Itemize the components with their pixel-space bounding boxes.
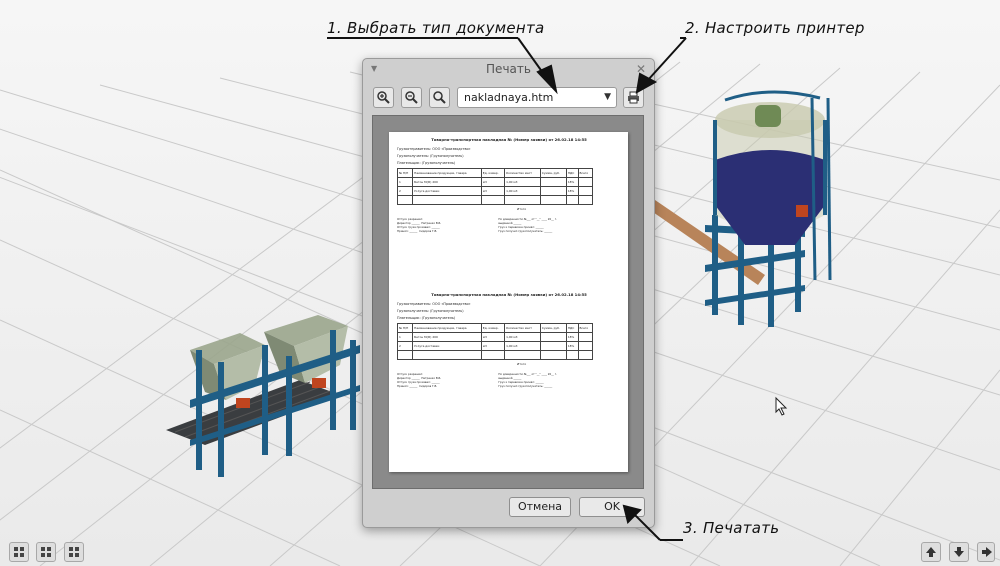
annotation-step3: 3. Печатать [683, 519, 780, 537]
doc-total: Итого [517, 362, 527, 366]
doc-sign-right: По доверенности №___ от "__" ____ 20__ г… [498, 372, 557, 388]
annotation-step1: 1. Выбрать тип документа [327, 19, 545, 37]
doc-shipper: Грузоотправитель: ООО «Производство» [397, 147, 471, 151]
doc-payer: Плательщик: (Грузополучатель) [397, 316, 456, 320]
doc-consignee: Грузополучатель: (Грузополучатель) [397, 154, 464, 158]
magnifier-icon [433, 91, 446, 104]
print-dialog: ▼ Печать ✕ nakladnaya.htm ▼ Товарно-тран… [362, 58, 655, 528]
table-row: 1 Бетон М(Ф) 200 м3 1,00 м3 18% [396, 177, 594, 187]
arrow-down-icon [954, 547, 964, 557]
doc-sign-right: По доверенности №___ от "__" ____ 20__ г… [498, 217, 557, 233]
doc-signatures: Отпуск разрешил: Директор ______ Петренк… [397, 217, 557, 233]
doc-signatures: Отпуск разрешил: Директор ______ Петренк… [397, 372, 557, 388]
zoom-reset-button[interactable] [429, 87, 450, 108]
table-row [396, 350, 594, 360]
cancel-button[interactable]: Отмена [509, 497, 571, 517]
table-row: 2 Услуга доставки м3 1,00 м3 18% [396, 341, 594, 351]
document-type-value: nakladnaya.htm [464, 91, 554, 104]
doc-sign-left: Отпуск разрешил: Директор ______ Петренк… [397, 217, 442, 233]
printer-icon [628, 91, 639, 104]
dialog-titlebar[interactable]: ▼ Печать ✕ [363, 59, 654, 81]
move-down-button[interactable] [949, 542, 969, 562]
ok-button[interactable]: OK [579, 497, 645, 517]
doc-payer: Плательщик: (Грузополучатель) [397, 161, 456, 165]
printer-settings-button[interactable] [623, 87, 644, 108]
doc-title: Товарно-транспортная накладная № (Номер … [431, 292, 587, 297]
arrow-up-icon [926, 547, 936, 557]
move-up-button[interactable] [921, 542, 941, 562]
zoom-out-icon [405, 91, 418, 104]
arrow-right-icon [982, 547, 992, 557]
table-header-row: № П/П Наименование продукции, товара Ед. и… [396, 323, 594, 333]
table-row [396, 195, 594, 205]
doc-total: Итого [517, 207, 527, 211]
close-icon[interactable]: ✕ [636, 62, 646, 76]
document-page-2: Товарно-транспортная накладная № (Номер … [396, 292, 621, 388]
print-preview-area[interactable]: Товарно-транспортная накладная № (Номер … [372, 115, 644, 489]
dialog-title: Печать [486, 62, 531, 76]
doc-consignee: Грузополучатель: (Грузополучатель) [397, 309, 464, 313]
doc-items-table: № П/П Наименование продукции, товара Ед. и… [396, 168, 594, 205]
table-header-row: № П/П Наименование продукции, товара Ед. и… [396, 168, 594, 178]
doc-items-table: № П/П Наименование продукции, товара Ед. и… [396, 323, 594, 360]
move-right-button[interactable] [977, 542, 995, 562]
grid-icon [41, 547, 51, 557]
grid-button-2[interactable] [36, 542, 56, 562]
grid-icon [14, 547, 24, 557]
table-row: 2 Услуга доставки м3 1,00 м3 18% [396, 186, 594, 196]
doc-title: Товарно-транспортная накладная № (Номер … [431, 137, 587, 142]
table-row: 1 Бетон М(Ф) 200 м3 1,00 м3 18% [396, 332, 594, 342]
grid-button-1[interactable] [9, 542, 29, 562]
grid-button-3[interactable] [64, 542, 84, 562]
document-type-select[interactable]: nakladnaya.htm ▼ [457, 87, 617, 108]
zoom-in-icon [377, 91, 390, 104]
chevron-down-icon: ▼ [604, 92, 611, 102]
annotation-step2: 2. Настроить принтер [685, 19, 865, 37]
document-page-1: Товарно-транспортная накладная № (Номер … [396, 137, 621, 233]
preview-page: Товарно-транспортная накладная № (Номер … [389, 132, 628, 472]
doc-sign-left: Отпуск разрешил: Директор ______ Петренк… [397, 372, 442, 388]
grid-icon [69, 547, 79, 557]
zoom-out-button[interactable] [401, 87, 422, 108]
doc-shipper: Грузоотправитель: ООО «Производство» [397, 302, 471, 306]
zoom-in-button[interactable] [373, 87, 394, 108]
